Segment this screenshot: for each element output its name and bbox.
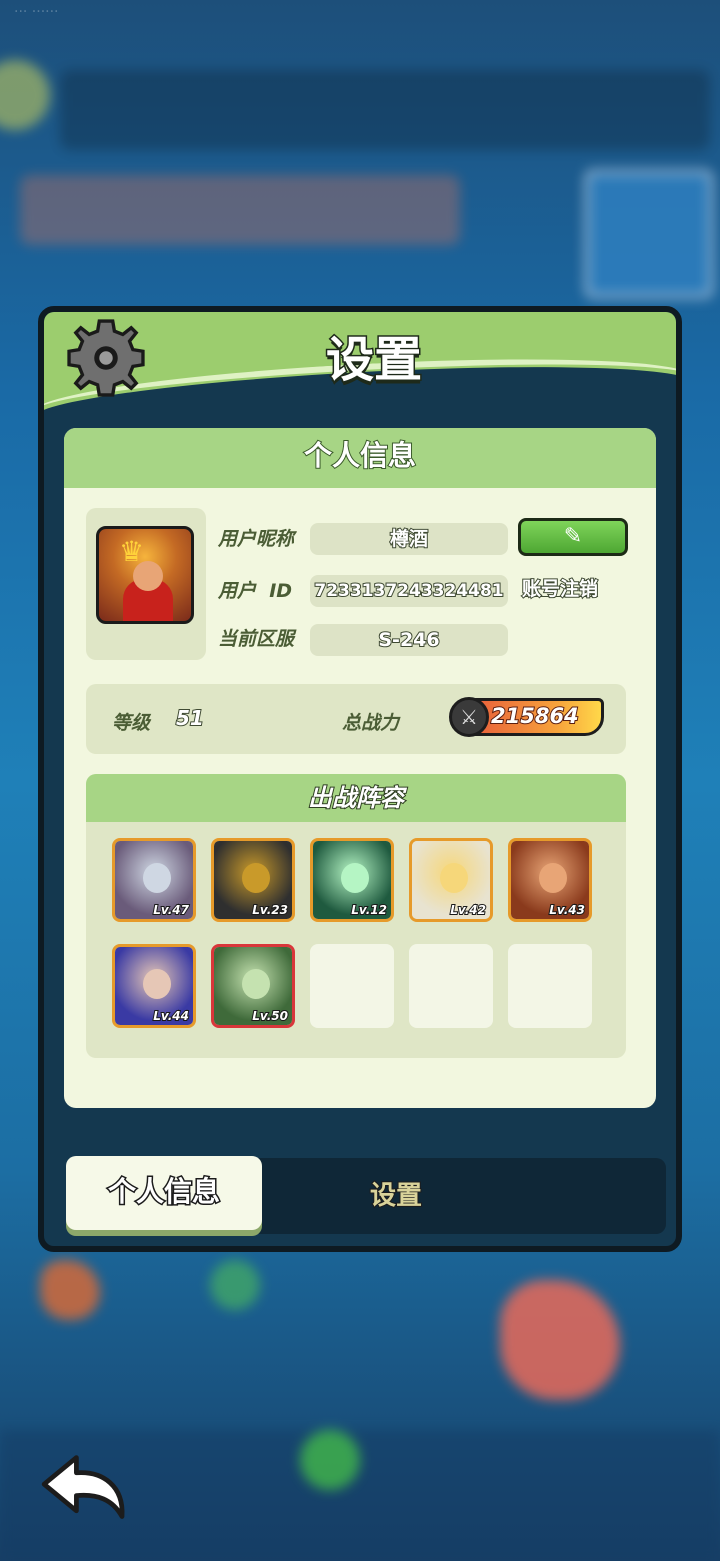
lineup-header: 出战阵容 bbox=[86, 774, 626, 822]
server-value: S-246 bbox=[310, 624, 508, 656]
personal-info-header: 个人信息 bbox=[64, 428, 656, 488]
hero-slot[interactable]: Lv.47 bbox=[112, 838, 196, 922]
hero-level: Lv.42 bbox=[449, 902, 487, 918]
power-value: 215864 bbox=[490, 703, 580, 729]
bg-hero-strip bbox=[20, 175, 460, 245]
hero-level: Lv.12 bbox=[350, 902, 388, 918]
stats-bar: 等级 51 总战力 ⚔ 215864 bbox=[86, 684, 626, 754]
bg-top-resource-bar bbox=[60, 70, 710, 150]
hero-level: Lv.23 bbox=[251, 902, 289, 918]
status-bar: ··· ······ bbox=[14, 4, 59, 20]
avatar[interactable]: ♛ ⇆ bbox=[96, 526, 194, 624]
hero-slot[interactable]: Lv.12 bbox=[310, 838, 394, 922]
crossed-swords-icon: ⚔ bbox=[449, 697, 489, 737]
hero-level: Lv.50 bbox=[251, 1008, 289, 1024]
tab-bar: 个人信息 设置 bbox=[66, 1156, 666, 1234]
battle-lineup: 出战阵容 Lv.47 Lv.23 Lv.12 Lv.42 Lv.43 Lv.44 Lv.50 bbox=[86, 774, 626, 1058]
tab-settings[interactable]: 设置 bbox=[326, 1158, 466, 1234]
empty-hero-slot[interactable] bbox=[508, 944, 592, 1028]
bg-starfish bbox=[210, 1260, 260, 1310]
swap-avatar-icon[interactable]: ⇆ bbox=[185, 621, 194, 624]
power-badge: ⚔ 215864 bbox=[449, 697, 604, 737]
back-arrow-icon[interactable] bbox=[36, 1450, 132, 1526]
personal-info-card: 个人信息 ♛ ⇆ 用户昵称 樽酒 ✎ 用户 ID 723313724332448… bbox=[64, 428, 656, 1108]
hero-face bbox=[143, 969, 171, 999]
crown-icon: ♛ bbox=[119, 535, 145, 568]
hero-level: Lv.47 bbox=[152, 902, 190, 918]
user-id-value: 7233137243324481 bbox=[310, 575, 508, 607]
hero-level: Lv.43 bbox=[548, 902, 586, 918]
bg-avatar bbox=[0, 60, 50, 130]
dialog-title: 设置 bbox=[324, 331, 423, 390]
hero-slot[interactable]: Lv.23 bbox=[211, 838, 295, 922]
hero-face bbox=[341, 863, 369, 893]
bg-coral bbox=[40, 1260, 100, 1320]
hero-level: Lv.44 bbox=[152, 1008, 190, 1024]
level-value: 51 bbox=[175, 705, 205, 731]
hero-face bbox=[242, 863, 270, 893]
power-label: 总战力 bbox=[342, 712, 400, 734]
hero-face bbox=[143, 863, 171, 893]
bg-green-orb bbox=[300, 1430, 360, 1490]
nickname-value: 樽酒 bbox=[310, 523, 508, 555]
avatar-box: ♛ ⇆ bbox=[86, 508, 206, 660]
server-label: 当前区服 bbox=[218, 628, 295, 650]
bg-minimap bbox=[585, 170, 713, 298]
user-id-label: 用户 ID bbox=[218, 580, 293, 602]
nickname-label: 用户昵称 bbox=[218, 528, 295, 550]
hero-face bbox=[539, 863, 567, 893]
tab-personal-info[interactable]: 个人信息 bbox=[66, 1156, 262, 1230]
settings-dialog: 设置 个人信息 ♛ ⇆ 用户昵称 樽酒 ✎ 用户 ID 723313724332… bbox=[38, 306, 682, 1252]
hero-slot[interactable]: Lv.44 bbox=[112, 944, 196, 1028]
edit-nickname-button[interactable]: ✎ bbox=[518, 518, 628, 556]
hero-face bbox=[242, 969, 270, 999]
gear-icon bbox=[67, 319, 145, 397]
bg-coral bbox=[500, 1280, 620, 1400]
hero-slot[interactable]: Lv.42 bbox=[409, 838, 493, 922]
account-cancel-link[interactable]: 账号注销 bbox=[521, 574, 599, 601]
hero-slot[interactable]: Lv.43 bbox=[508, 838, 592, 922]
empty-hero-slot[interactable] bbox=[409, 944, 493, 1028]
hero-face bbox=[440, 863, 468, 893]
hero-slot[interactable]: Lv.50 bbox=[211, 944, 295, 1028]
empty-hero-slot[interactable] bbox=[310, 944, 394, 1028]
dialog-header: 设置 bbox=[44, 312, 676, 412]
level-label: 等级 bbox=[112, 712, 151, 734]
pencil-icon: ✎ bbox=[563, 524, 583, 549]
